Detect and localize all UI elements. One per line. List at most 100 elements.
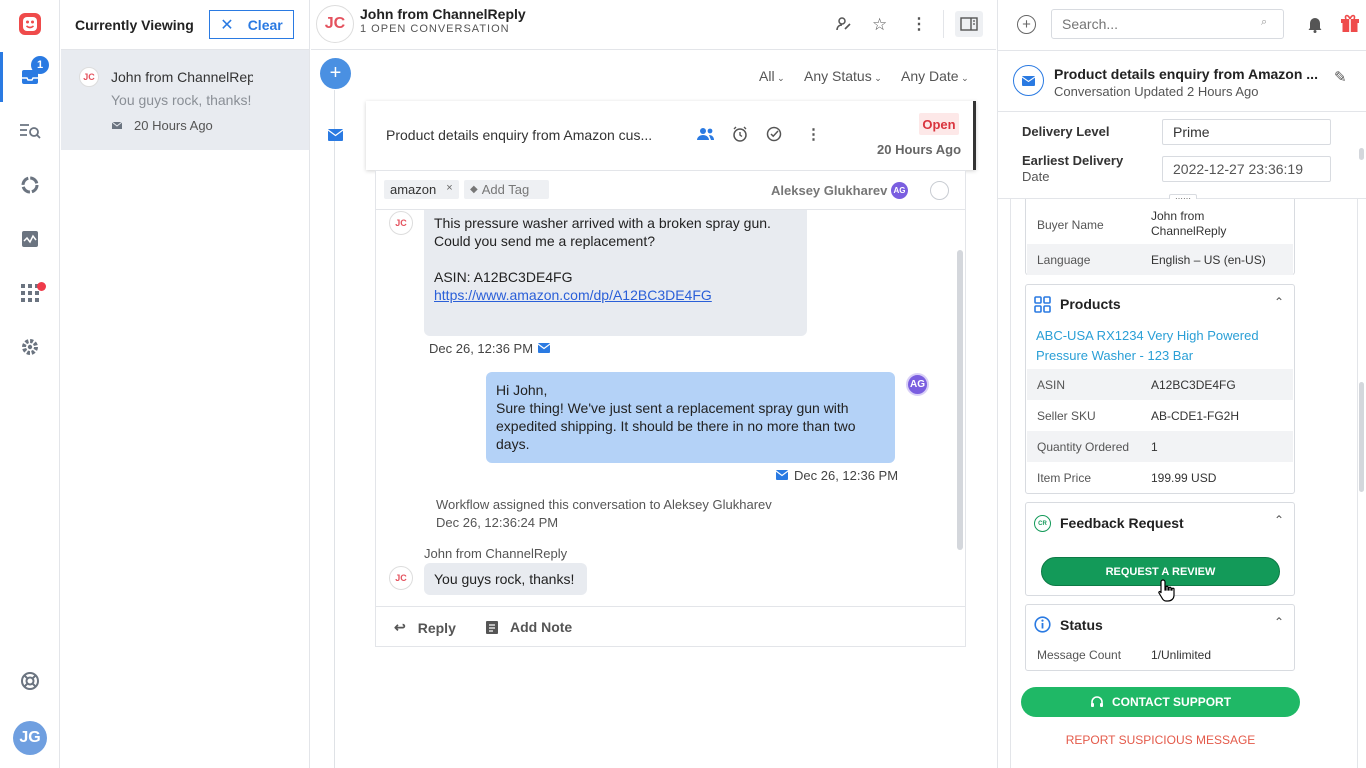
resolve-check-icon[interactable] [766, 126, 782, 142]
add-tag-input[interactable]: ◆ Add Tag [464, 180, 549, 199]
app-logo-icon[interactable] [17, 11, 43, 37]
workflow-note: Workflow assigned this conversation to A… [436, 497, 772, 512]
add-note-button[interactable]: Add Note [486, 619, 572, 635]
add-tag-label: Add Tag [481, 182, 530, 197]
price-value: 199.99 USD [1151, 470, 1217, 485]
list-title: Currently Viewing [75, 17, 194, 33]
help-lifebuoy-icon[interactable] [17, 668, 43, 694]
notifications-bell-icon[interactable] [1307, 16, 1323, 33]
buyer-name-line: John from [1151, 209, 1205, 223]
left-rail: 1 JG [0, 0, 60, 768]
details-sidebar: + ⌕ Product details enquiry from Amazon … [997, 0, 1366, 768]
summary-title: Product details enquiry from Amazon ... [1054, 66, 1318, 82]
gift-icon[interactable] [1340, 13, 1360, 33]
card-more-icon[interactable]: ⋮ [806, 125, 821, 143]
active-indicator [0, 52, 3, 102]
clear-button[interactable]: ✕ Clear [209, 10, 294, 39]
filter-status[interactable]: Any Status ⌄ [804, 68, 882, 84]
collapse-caret-icon[interactable]: ⌃ [1274, 295, 1284, 309]
analytics-icon[interactable] [17, 226, 43, 252]
email-icon [538, 343, 550, 353]
contact-title: John from ChannelReply [360, 6, 526, 22]
message-line: Sure thing! We've just sent a replacemen… [496, 400, 849, 416]
reply-arrow-icon: ↩ [394, 619, 406, 635]
buyer-name-row: Buyer Name John from ChannelReply [1027, 204, 1293, 246]
delivery-level-field[interactable]: Prime [1162, 119, 1331, 145]
assign-user-icon[interactable] [836, 16, 852, 32]
earliest-delivery-field[interactable]: 2022-12-27 23:36:19 [1162, 156, 1331, 182]
contact-support-label: CONTACT SUPPORT [1111, 695, 1232, 709]
panel-left-border [1010, 199, 1011, 768]
info-icon [1034, 616, 1051, 633]
search-input[interactable] [1051, 9, 1284, 39]
product-link[interactable]: https://www.amazon.com/dp/A12BC3DE4FG [434, 286, 797, 304]
snooze-clock-icon[interactable] [732, 126, 748, 142]
summary-subtitle: Conversation Updated 2 Hours Ago [1054, 84, 1259, 99]
asin-label: ASIN [1037, 377, 1066, 392]
conversation-card[interactable]: Product details enquiry from Amazon cus.… [366, 101, 976, 170]
tag-icon: ◆ [470, 184, 478, 195]
more-vertical-icon[interactable]: ⋮ [911, 14, 927, 34]
hand-cursor-icon [1158, 578, 1176, 602]
agent-avatar: AG [906, 373, 929, 396]
conversation-preview: You guys rock, thanks! [111, 92, 252, 108]
qty-value: 1 [1151, 439, 1158, 454]
filter-date-label: Any Date [901, 68, 959, 84]
product-title-link[interactable]: ABC-USA RX1234 Very High Powered Pressur… [1036, 326, 1259, 366]
remove-tag-icon[interactable]: × [446, 182, 452, 197]
products-title: Products [1060, 296, 1121, 312]
assign-group-icon[interactable] [696, 127, 715, 141]
add-note-label: Add Note [510, 619, 573, 635]
new-conversation-button[interactable]: + [320, 58, 351, 89]
conversation-list-panel: Currently Viewing ✕ Clear JC John from C… [61, 0, 310, 768]
header-divider [943, 10, 944, 38]
contact-support-button[interactable]: CONTACT SUPPORT [1021, 687, 1300, 717]
message-line: Hi John, [496, 382, 548, 398]
buyer-name-label: Buyer Name [1037, 218, 1104, 232]
report-suspicious-link[interactable]: REPORT SUSPICIOUS MESSAGE [1021, 733, 1300, 747]
filter-status-label: Any Status [804, 68, 872, 84]
add-plus-icon[interactable]: + [1017, 15, 1036, 34]
settings-gear-icon[interactable] [17, 334, 43, 360]
asin-value: A12BC3DE4FG [1151, 377, 1236, 392]
message-line: You guys rock, thanks! [434, 571, 575, 587]
collapse-caret-icon[interactable]: ⌃ [1274, 513, 1284, 527]
fields-scrollbar[interactable] [1359, 148, 1364, 160]
conversation-name: John from ChannelReply [111, 69, 253, 85]
products-box: Products ⌃ ABC-USA RX1234 Very High Powe… [1025, 284, 1295, 494]
price-label: Item Price [1037, 470, 1092, 485]
conversation-list-item[interactable]: JC John from ChannelReply You guys rock,… [61, 50, 309, 150]
thread-scrollbar[interactable] [957, 250, 963, 550]
contact-avatar-large: JC [316, 5, 354, 43]
toggle-sidebar-icon[interactable] [955, 11, 983, 37]
search-list-icon[interactable] [17, 118, 43, 144]
buyer-name-value: John from ChannelReply [1151, 209, 1226, 239]
assignee-name[interactable]: Aleksey Glukharev [771, 183, 887, 198]
email-channel-icon [1013, 65, 1044, 96]
filter-date[interactable]: Any Date ⌄ [901, 68, 969, 84]
panel-scrollbar[interactable] [1359, 382, 1364, 492]
customer-avatar: JC [389, 211, 413, 235]
message-time: Dec 26, 12:36 PM [429, 341, 534, 356]
message-author: John from ChannelReply [424, 546, 568, 561]
messages-scroll-area[interactable]: JC This pressure washer arrived with a b… [376, 210, 965, 605]
reports-circle-icon[interactable] [17, 172, 43, 198]
message-count-row: Message Count 1/Unlimited [1027, 639, 1293, 670]
product-link-line: ABC-USA RX1234 Very High Powered [1036, 328, 1259, 343]
reply-button[interactable]: ↩ Reply [394, 619, 456, 636]
earliest-delivery-label-2: Date [1022, 169, 1050, 184]
status-title: Status [1060, 617, 1103, 633]
edit-pencil-icon[interactable]: ✎ [1334, 68, 1347, 86]
user-avatar[interactable]: JG [13, 721, 47, 755]
headset-icon [1090, 695, 1104, 709]
star-icon[interactable]: ☆ [872, 15, 887, 35]
feedback-title: Feedback Request [1060, 515, 1184, 531]
customer-message-bubble: This pressure washer arrived with a brok… [424, 210, 807, 336]
language-row: Language English – US (en-US) [1027, 244, 1293, 275]
sku-value: AB-CDE1-FG2H [1151, 408, 1240, 423]
filter-all[interactable]: All ⌄ [759, 68, 785, 84]
conversation-summary: Product details enquiry from Amazon ... … [998, 50, 1366, 112]
collapse-caret-icon[interactable]: ⌃ [1274, 615, 1284, 629]
select-checkbox[interactable] [930, 181, 949, 200]
filter-all-label: All [759, 68, 775, 84]
